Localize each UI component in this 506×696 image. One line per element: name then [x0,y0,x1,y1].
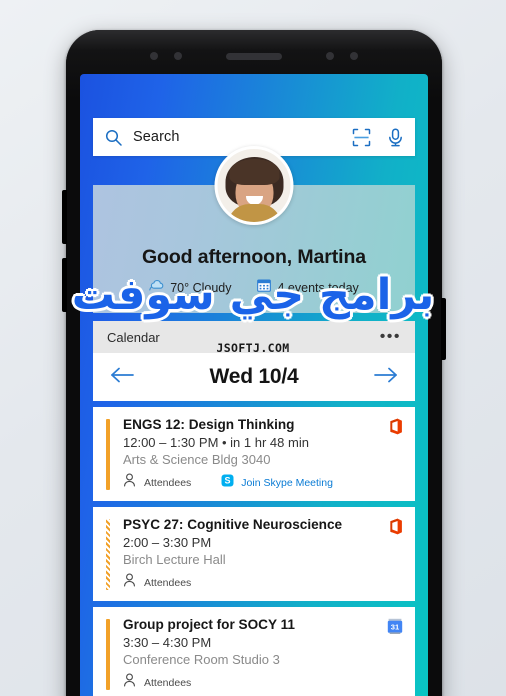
skype-icon: S [221,474,234,492]
event-title: Group project for SOCY 11 [123,617,295,632]
event-time: 3:30 – 4:30 PM [123,635,212,650]
event-location: Arts & Science Bldg 3040 [123,452,271,467]
ir-sensor-icon [350,52,358,60]
join-skype-meeting-button[interactable]: S Join Skype Meeting [221,474,333,492]
front-camera-icon [150,52,158,60]
svg-text:31: 31 [391,622,400,631]
calendar-icon [257,278,272,297]
greeting-card: Good afternoon, Martina 70° Cloudy 4 eve… [93,146,415,313]
event-time: 12:00 – 1:30 PM • in 1 hr 48 min [123,435,309,450]
attendees-label: Attendees [144,476,192,489]
event-card[interactable]: PSYC 27: Cognitive Neuroscience 2:00 – 3… [93,507,415,601]
avatar-body [227,204,281,222]
event-title: ENGS 12: Design Thinking [123,417,295,432]
attendees-button[interactable]: Attendees [123,473,191,492]
person-icon [123,573,136,592]
avatar[interactable] [214,146,294,225]
search-input[interactable]: Search [133,129,352,145]
volume-up-button[interactable] [62,190,67,244]
event-status-bar-confirmed [106,419,110,490]
calendar-header: Calendar ••• [93,321,415,353]
event-details: Group project for SOCY 11 3:30 – 4:30 PM… [123,617,379,692]
event-list: ENGS 12: Design Thinking 12:00 – 1:30 PM… [93,407,415,696]
event-footer: Attendees S Join Skype Meeting [123,473,380,492]
event-time: 2:00 – 3:30 PM [123,535,212,550]
greeting-title: Good afternoon, Martina [141,246,367,268]
join-skype-meeting-label: Join Skype Meeting [241,476,333,489]
event-card[interactable]: ENGS 12: Design Thinking 12:00 – 1:30 PM… [93,407,415,501]
greeting-stats: 70° Cloudy 4 events today [149,278,359,297]
microphone-icon[interactable] [387,127,404,147]
phone-screen: Search Good afternoon, Martina 70° Cloud… [80,74,428,696]
calendar-overflow-menu-icon[interactable]: ••• [380,329,401,345]
avatar-hair-front [229,159,279,185]
next-day-button[interactable] [373,366,399,389]
svg-text:S: S [225,475,231,485]
event-details: PSYC 27: Cognitive Neuroscience 2:00 – 3… [123,517,380,592]
attendees-label: Attendees [144,676,192,689]
events-stat-label: 4 events today [277,280,359,295]
calendar-title: Calendar [107,329,160,345]
person-icon [123,473,136,492]
event-status-bar-confirmed [106,619,110,690]
event-footer: Attendees [123,673,379,692]
earpiece-speaker-icon [226,52,282,60]
calendar-module: Calendar ••• Wed 10/4 ENGS 12: Design Th… [93,321,415,696]
weather-stat-label: 70° Cloudy [170,280,232,295]
event-card[interactable]: Group project for SOCY 11 3:30 – 4:30 PM… [93,607,415,696]
events-stat: 4 events today [257,278,359,297]
attendees-button[interactable]: Attendees [123,573,191,592]
attendees-button[interactable]: Attendees [123,673,191,692]
volume-down-button[interactable] [62,258,67,312]
event-title: PSYC 27: Cognitive Neuroscience [123,517,343,532]
event-location: Conference Room Studio 3 [123,652,280,667]
event-location: Birch Lecture Hall [123,552,226,567]
person-icon [123,673,136,692]
office-icon [388,517,403,592]
weather-cloudy-icon [149,279,164,297]
current-date-label: Wed 10/4 [209,365,299,388]
event-footer: Attendees [123,573,380,592]
office-icon [388,417,403,492]
scan-icon[interactable] [352,128,371,147]
attendees-label: Attendees [144,576,192,589]
power-button[interactable] [441,298,446,360]
phone-sensor-row [66,52,442,60]
search-icon [105,129,122,146]
phone-device-frame: Search Good afternoon, Martina 70° Cloud… [62,30,446,696]
date-navigation: Wed 10/4 [93,353,415,401]
google-calendar-icon: 31 [387,617,403,692]
ambient-light-sensor-icon [326,52,334,60]
previous-day-button[interactable] [109,366,135,389]
weather-stat: 70° Cloudy [149,279,231,297]
proximity-sensor-icon [174,52,182,60]
event-details: ENGS 12: Design Thinking 12:00 – 1:30 PM… [123,417,380,492]
event-status-bar-tentative [106,519,110,590]
